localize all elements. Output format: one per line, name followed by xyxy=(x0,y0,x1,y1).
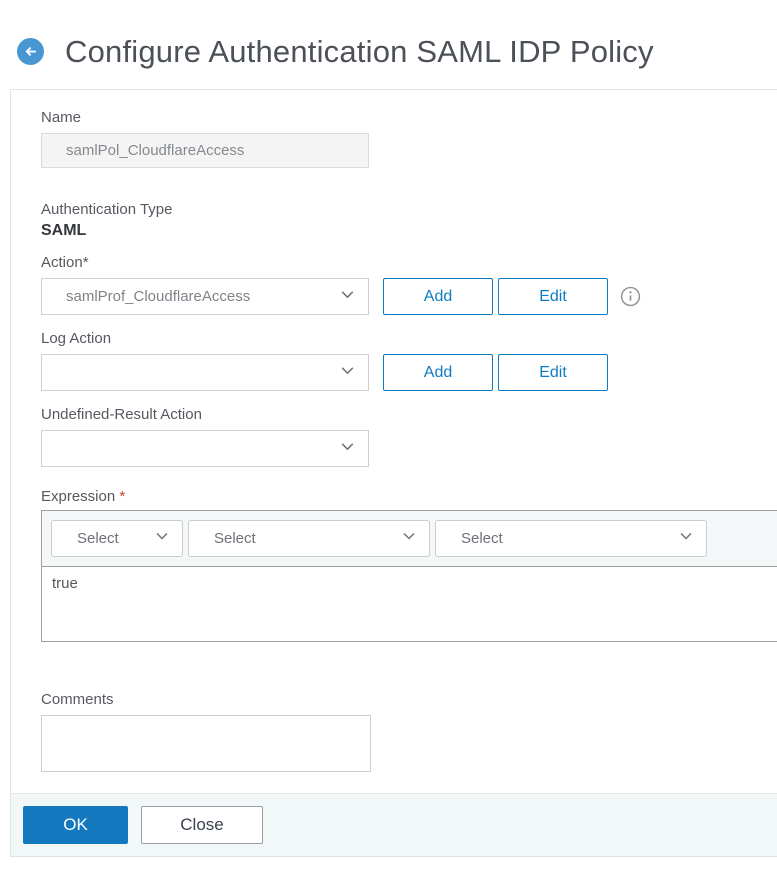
expression-select-3[interactable]: Select xyxy=(435,520,707,557)
required-marker: * xyxy=(119,488,126,505)
log-action-edit-button[interactable]: Edit xyxy=(498,354,608,391)
chevron-down-icon xyxy=(401,528,417,549)
authentication-type-label: Authentication Type xyxy=(41,201,173,218)
ok-button[interactable]: OK xyxy=(23,806,128,844)
log-action-label: Log Action xyxy=(41,330,112,347)
back-button[interactable] xyxy=(17,38,44,65)
footer-bar: OK Close xyxy=(11,793,777,856)
name-input[interactable] xyxy=(41,133,369,168)
undefined-result-action-label: Undefined-Result Action xyxy=(41,406,202,423)
action-select[interactable]: samlProf_CloudflareAccess xyxy=(41,278,369,315)
action-select-value: samlProf_CloudflareAccess xyxy=(66,288,251,305)
info-icon[interactable] xyxy=(620,286,641,307)
chevron-down-icon xyxy=(339,362,356,384)
comments-input[interactable] xyxy=(41,715,371,772)
action-add-button[interactable]: Add xyxy=(383,278,493,315)
arrow-left-icon xyxy=(23,44,38,59)
chevron-down-icon xyxy=(154,528,170,549)
undefined-result-action-select[interactable] xyxy=(41,430,369,467)
log-action-select[interactable] xyxy=(41,354,369,391)
chevron-down-icon xyxy=(678,528,694,549)
chevron-down-icon xyxy=(339,286,356,308)
page-header: Configure Authentication SAML IDP Policy xyxy=(0,0,777,89)
form-panel: Name Authentication Type SAML Action* sa… xyxy=(10,89,777,857)
chevron-down-icon xyxy=(339,438,356,460)
page-title: Configure Authentication SAML IDP Policy xyxy=(65,33,654,69)
action-edit-button[interactable]: Edit xyxy=(498,278,608,315)
log-action-add-button[interactable]: Add xyxy=(383,354,493,391)
expression-input[interactable]: true xyxy=(41,567,777,642)
action-label: Action* xyxy=(41,254,89,271)
expression-label: Expression * xyxy=(41,488,126,505)
expression-select-2[interactable]: Select xyxy=(188,520,430,557)
close-button[interactable]: Close xyxy=(141,806,263,844)
authentication-type-value: SAML xyxy=(41,222,87,239)
name-label: Name xyxy=(41,109,82,126)
comments-label: Comments xyxy=(41,691,114,708)
expression-toolbar: Select Select Select xyxy=(41,510,777,567)
expression-select-1[interactable]: Select xyxy=(51,520,183,557)
